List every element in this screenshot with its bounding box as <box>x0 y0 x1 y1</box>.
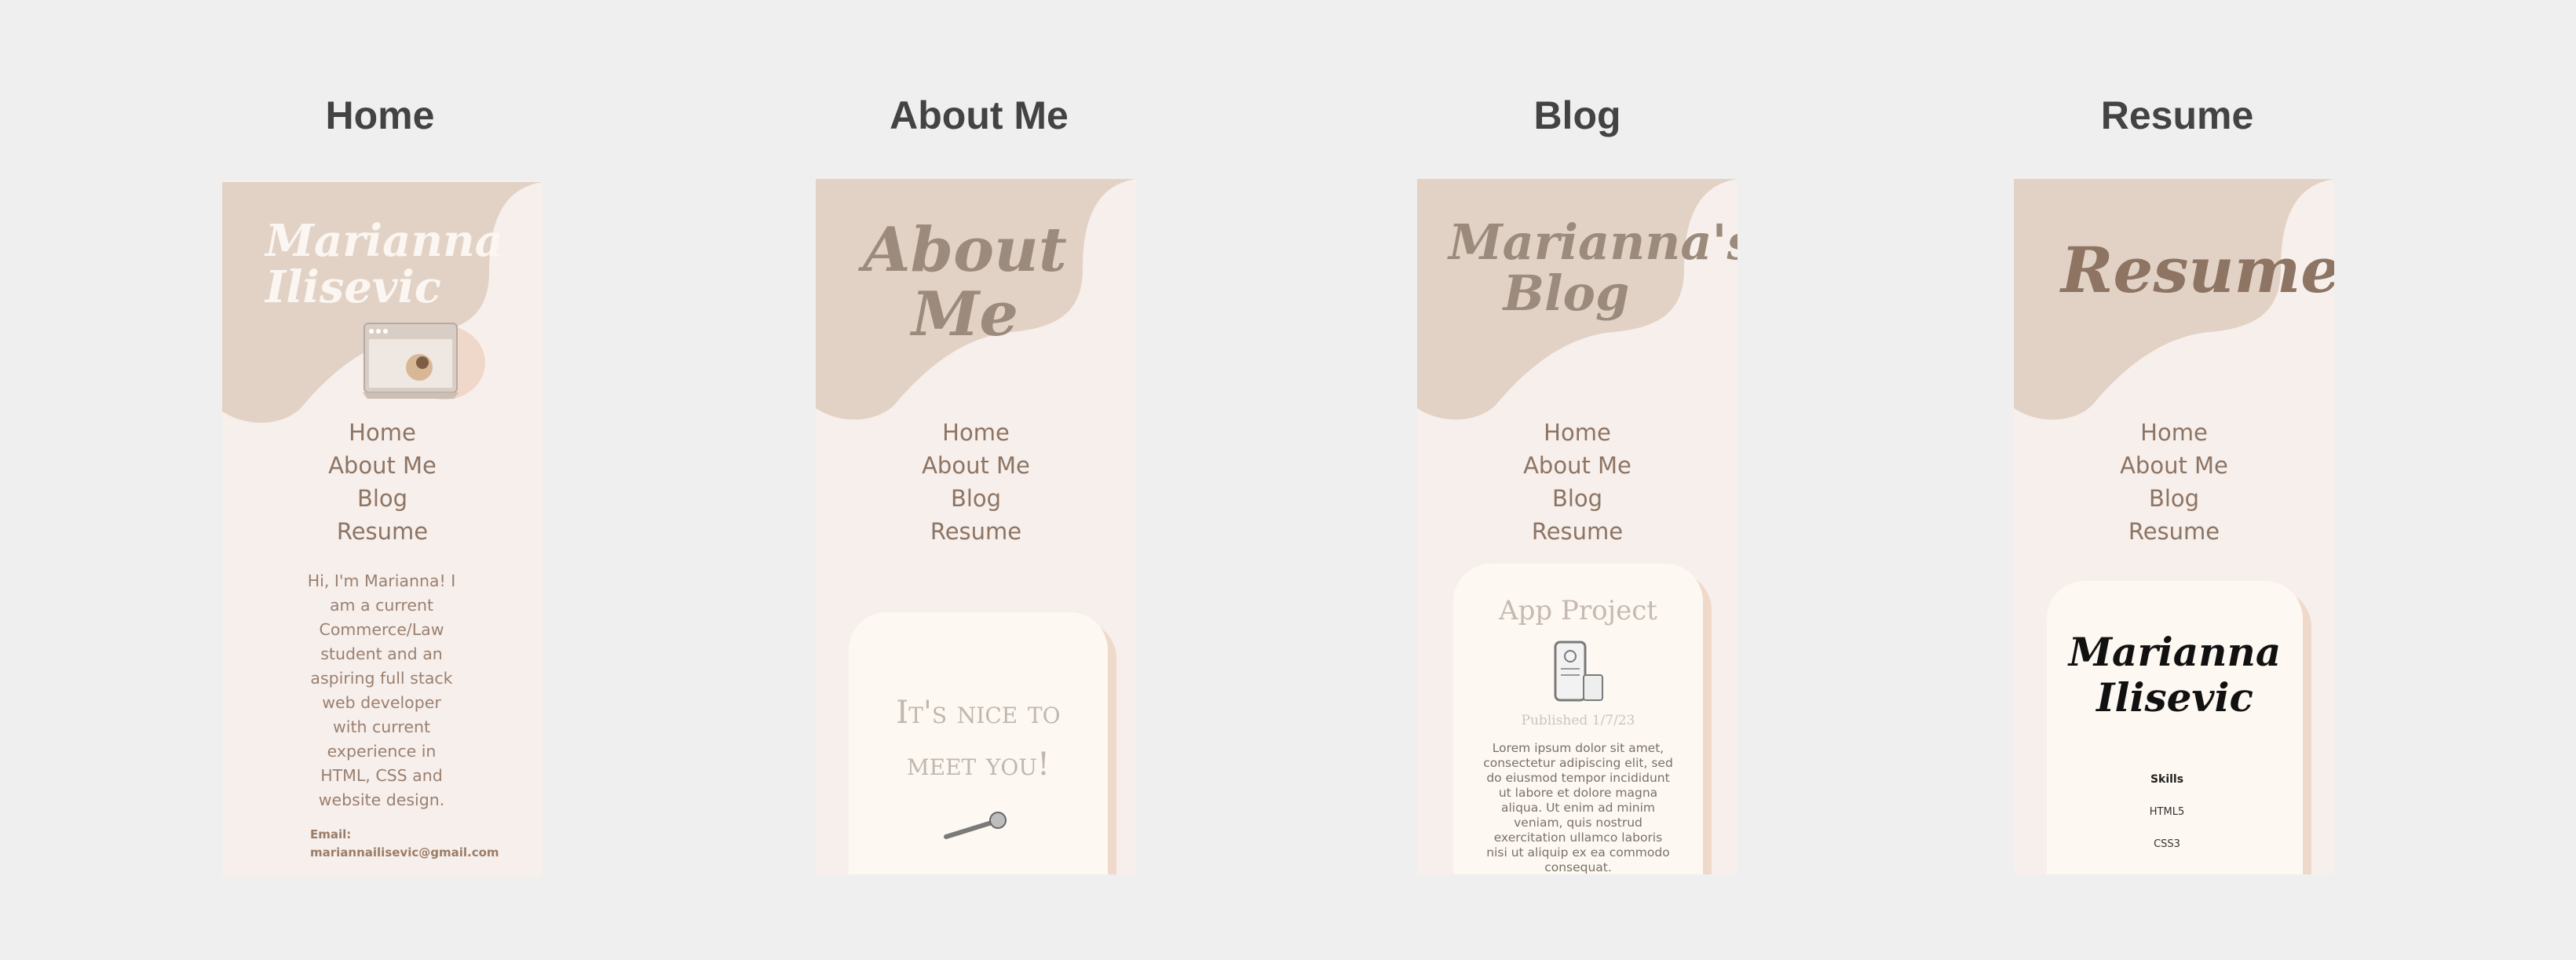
greeting-line-1: It's nice to <box>896 695 1061 731</box>
nav-about-link[interactable]: About Me <box>1417 449 1737 482</box>
about-page-mockup: About Me Home About Me Blog Resume It's … <box>816 179 1136 874</box>
skill-item: HTML5 <box>2149 806 2185 818</box>
blog-page-mockup: Marianna's Blog Home About Me Blog Resum… <box>1417 179 1737 874</box>
blog-column-title: Blog <box>1533 93 1621 137</box>
home-page-mockup: Marianna Ilisevic Home About Me Blog Res… <box>222 182 543 878</box>
nav-home-link[interactable]: Home <box>816 416 1136 449</box>
nav-home-link[interactable]: Home <box>222 416 543 449</box>
microphone-icon <box>944 812 1007 839</box>
name-line-1: Marianna <box>2068 629 2282 675</box>
email-link[interactable]: mariannailisevic@gmail.com <box>310 845 499 860</box>
published-date: Published 1/7/23 <box>1521 713 1635 728</box>
greeting-text: It's nice to meet you! <box>849 687 1108 790</box>
skill-item: CSS3 <box>2154 838 2180 850</box>
home-column-title: Home <box>325 93 435 137</box>
name-line-2: Ilisevic <box>265 261 441 313</box>
nav-about-link[interactable]: About Me <box>222 449 543 482</box>
resume-name: Marianna Ilisevic <box>2047 630 2303 721</box>
browser-window-icon <box>363 323 485 400</box>
nav-home-link[interactable]: Home <box>2014 416 2334 449</box>
nav-blog-link[interactable]: Blog <box>222 482 543 515</box>
resume-card: Marianna Ilisevic Skills HTML5 CSS3 <box>2047 581 2303 874</box>
greeting-line-2: meet you! <box>906 746 1050 783</box>
nav-blog-link[interactable]: Blog <box>816 482 1136 515</box>
blog-heading: Marianna's Blog <box>1449 214 1737 323</box>
heading-line-1: Marianna's <box>1449 214 1737 271</box>
blog-nav: Home About Me Blog Resume <box>1417 416 1737 548</box>
about-card: It's nice to meet you! <box>849 612 1108 874</box>
post-excerpt: Lorem ipsum dolor sit amet, consectetur … <box>1483 741 1673 874</box>
blog-post-card[interactable]: App Project Published 1/7/23 Lorem ipsum… <box>1453 564 1703 874</box>
skills-label: Skills <box>2150 773 2184 786</box>
nav-resume-link[interactable]: Resume <box>1417 515 1737 548</box>
about-nav: Home About Me Blog Resume <box>816 416 1136 548</box>
about-column-title: About Me <box>890 93 1069 137</box>
resume-heading: Resume <box>2061 233 2334 307</box>
home-bio: Hi, I'm Marianna! I am a current Commerc… <box>307 571 456 809</box>
resume-page-mockup: Resume Home About Me Blog Resume Mariann… <box>2014 179 2334 874</box>
nav-resume-link[interactable]: Resume <box>222 515 543 548</box>
nav-resume-link[interactable]: Resume <box>816 515 1136 548</box>
heading-line-2: Blog <box>1503 265 1630 323</box>
header-blob <box>2014 179 2334 420</box>
name-line-2: Ilisevic <box>2096 674 2253 721</box>
phone-app-icon <box>1554 641 1603 702</box>
resume-column-title: Resume <box>2100 93 2254 137</box>
post-title[interactable]: App Project <box>1453 595 1703 626</box>
home-name-logo: Marianna Ilisevic <box>265 215 504 313</box>
nav-blog-link[interactable]: Blog <box>2014 482 2334 515</box>
home-nav: Home About Me Blog Resume <box>222 416 543 548</box>
name-line-1: Marianna <box>265 215 504 267</box>
nav-home-link[interactable]: Home <box>1417 416 1737 449</box>
about-heading: About Me <box>863 214 1067 350</box>
email-label: Email: <box>310 827 352 841</box>
nav-about-link[interactable]: About Me <box>816 449 1136 482</box>
nav-resume-link[interactable]: Resume <box>2014 515 2334 548</box>
nav-blog-link[interactable]: Blog <box>1417 482 1737 515</box>
nav-about-link[interactable]: About Me <box>2014 449 2334 482</box>
resume-nav: Home About Me Blog Resume <box>2014 416 2334 548</box>
